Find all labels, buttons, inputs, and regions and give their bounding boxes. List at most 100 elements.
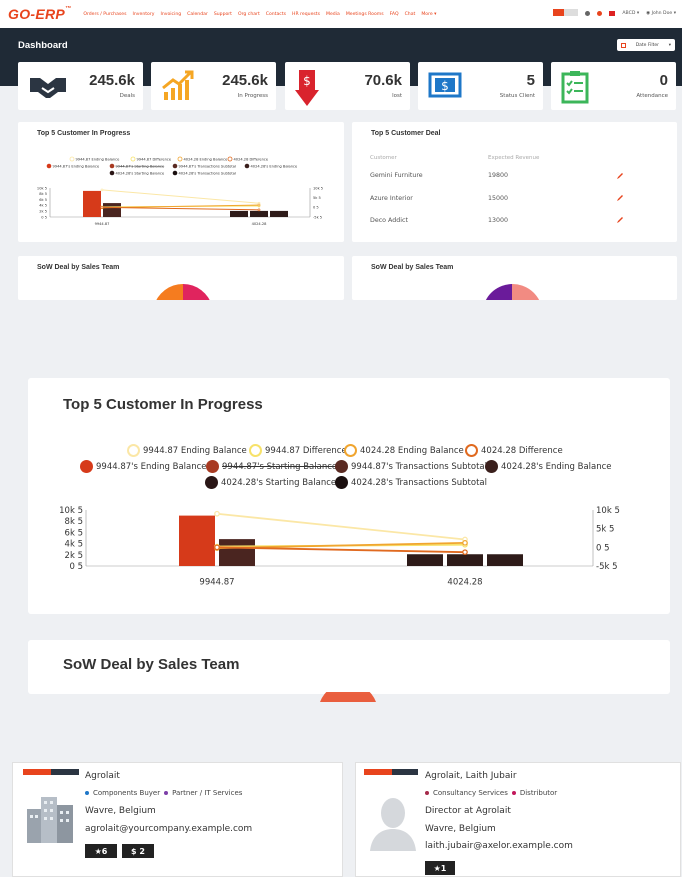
contact-name[interactable]: Agrolait <box>85 771 120 781</box>
notification-toggle[interactable] <box>553 9 579 18</box>
y-tick-label-left: 4k 5 <box>39 204 47 208</box>
y-tick-label-right: -5k 5 <box>596 562 618 572</box>
kpi-status-client[interactable]: $ 5 Status Client <box>418 62 543 110</box>
nav-link-chat[interactable]: Chat <box>405 12 416 17</box>
legend-swatch <box>227 156 233 162</box>
deal-panel: Top 5 Customer Deal Customer Expected Re… <box>352 122 677 242</box>
legend-label: 4024.28 Difference <box>234 157 269 161</box>
sow-panel-small-right: SoW Deal by Sales Team <box>352 256 677 300</box>
bar <box>250 210 268 217</box>
y-tick-label-right: -5k 5 <box>313 215 322 219</box>
edit-pencil-icon[interactable] <box>616 172 624 180</box>
legend-label: 9944.87's Ending Balance <box>53 164 101 168</box>
contact-tags: Components Buyer Partner / IT Services <box>85 789 242 797</box>
sow-pie-hint <box>320 692 376 702</box>
date-filter-button[interactable]: Date Filter ▾ <box>617 39 675 51</box>
bar <box>487 554 523 566</box>
nav-link-org-chart[interactable]: Org chart <box>238 12 260 17</box>
pie-slice <box>156 283 183 300</box>
edit-pencil-icon[interactable] <box>616 194 624 202</box>
y-tick-label-left: 0 5 <box>41 215 47 219</box>
nav-link-hr-requests[interactable]: HR requests <box>292 12 320 17</box>
line-point <box>214 544 220 551</box>
tag-label: Partner / IT Services <box>172 789 243 797</box>
nav-link-meetings-rooms[interactable]: Meetings Rooms <box>346 12 384 17</box>
nav-link-support[interactable]: Support <box>214 12 232 17</box>
contact-email[interactable]: laith.jubair@axelor.example.com <box>425 841 573 851</box>
contact-tags: Consultancy Services Distributor <box>425 789 557 797</box>
line-point <box>462 549 468 556</box>
bar <box>219 539 255 566</box>
company-switcher[interactable]: ABCD ▾ <box>622 11 639 16</box>
nav-link-contacts[interactable]: Contacts <box>266 12 286 17</box>
deal-revenue: 19800 <box>488 172 509 179</box>
kpi-lost[interactable]: $ 70.6k lost <box>285 62 410 110</box>
person-silhouette-icon <box>370 798 416 851</box>
y-tick-label-right: 5k 5 <box>313 196 321 200</box>
x-tick-label: 9944.87 <box>95 222 110 226</box>
nav-link-orders-purchases[interactable]: Orders / Purchases <box>83 12 126 17</box>
nav-link-calendar[interactable]: Calendar <box>187 12 208 17</box>
user-menu[interactable]: ◉ John Doe ▾ <box>646 11 676 16</box>
main-menu: Orders / Purchases Inventory Invoicing Cale… <box>83 12 436 17</box>
y-tick-label-left: 6k 5 <box>39 198 47 202</box>
svg-text:$: $ <box>303 74 311 88</box>
nav-link-media[interactable]: Media <box>326 12 340 17</box>
series-line <box>101 189 260 204</box>
tag-label: Distributor <box>519 789 558 797</box>
sow-panel-large: SoW Deal by Sales Team <box>28 640 670 694</box>
line-point <box>100 205 104 209</box>
legend-label: 4024.28's Ending Balance <box>251 164 299 168</box>
pie-slice <box>512 283 540 300</box>
chevron-down-icon: ▾ <box>668 42 671 48</box>
nav-link-faq[interactable]: FAQ <box>390 12 399 17</box>
sow-pie-chart <box>485 283 540 300</box>
tag-dot <box>85 791 89 795</box>
legend-swatch <box>109 163 115 169</box>
nav-link-invoicing[interactable]: Invoicing <box>160 12 181 17</box>
tag-dot <box>511 791 516 795</box>
y-tick-label-left: 2k 5 <box>65 551 83 561</box>
kpi-deals[interactable]: 245.6k Deals <box>18 62 143 110</box>
app-logo[interactable]: GO-ERP™ <box>8 6 71 22</box>
contact-email[interactable]: agrolait@yourcompany.example.com <box>85 824 252 834</box>
contact-address: Wavre, Belgium <box>425 824 496 834</box>
y-tick-label-left: 8k 5 <box>39 192 47 196</box>
legend-swatch <box>177 156 183 162</box>
calendar-icon <box>621 42 626 48</box>
settings-icon[interactable] <box>585 11 591 16</box>
legend-label: 4024.28's Transactions Subtotal <box>179 171 237 175</box>
y-tick-label-left: 2k 5 <box>39 209 47 213</box>
card-accent-bar <box>392 769 418 775</box>
y-tick-label-right: 0 5 <box>596 543 610 553</box>
y-tick-label-right: 5k 5 <box>596 525 614 535</box>
trend-up-icon <box>162 70 194 100</box>
progress-mini-chart: 10k 5 8k 5 6k 5 4k 52k 5 0 5 10k 5 5k 5 0 5 -5k … <box>37 156 323 226</box>
series-line <box>216 512 466 541</box>
column-header-revenue: Expected Revenue <box>488 155 540 161</box>
chart-title: SoW Deal by Sales Team <box>63 656 240 673</box>
y-tick-label-right: 0 5 <box>313 206 319 210</box>
y-tick-label-left: 8k 5 <box>65 517 83 527</box>
dollar-box-icon: $ <box>428 72 462 98</box>
kpi-attendance[interactable]: 0 Attendance <box>551 62 676 110</box>
legend-swatch <box>172 163 178 169</box>
help-icon[interactable] <box>597 11 603 16</box>
nav-link-inventory[interactable]: Inventory <box>133 12 155 17</box>
svg-text:$: $ <box>441 79 449 93</box>
edit-pencil-icon[interactable] <box>616 216 624 224</box>
nav-link-more[interactable]: More ▾ <box>421 12 436 17</box>
x-tick-label: 9944.87 <box>199 578 234 588</box>
deal-customer: Deco Addict <box>370 217 408 224</box>
legend-swatch <box>46 163 52 169</box>
contact-card[interactable]: Agrolait, Laith Jubair Consultancy Servi… <box>355 762 681 877</box>
y-tick-label-left: 10k 5 <box>59 506 83 516</box>
line-point <box>100 188 104 192</box>
line-point <box>214 510 220 517</box>
contact-name[interactable]: Agrolait, Laith Jubair <box>425 771 517 781</box>
bar <box>83 190 101 217</box>
language-flag-icon[interactable] <box>609 11 616 16</box>
contact-card[interactable]: Agrolait Components Buyer Partner / IT S… <box>12 762 343 877</box>
kpi-in-progress[interactable]: 245.6k In Progress <box>151 62 276 110</box>
legend-label: 9944.87 Ending Balance <box>76 157 121 161</box>
